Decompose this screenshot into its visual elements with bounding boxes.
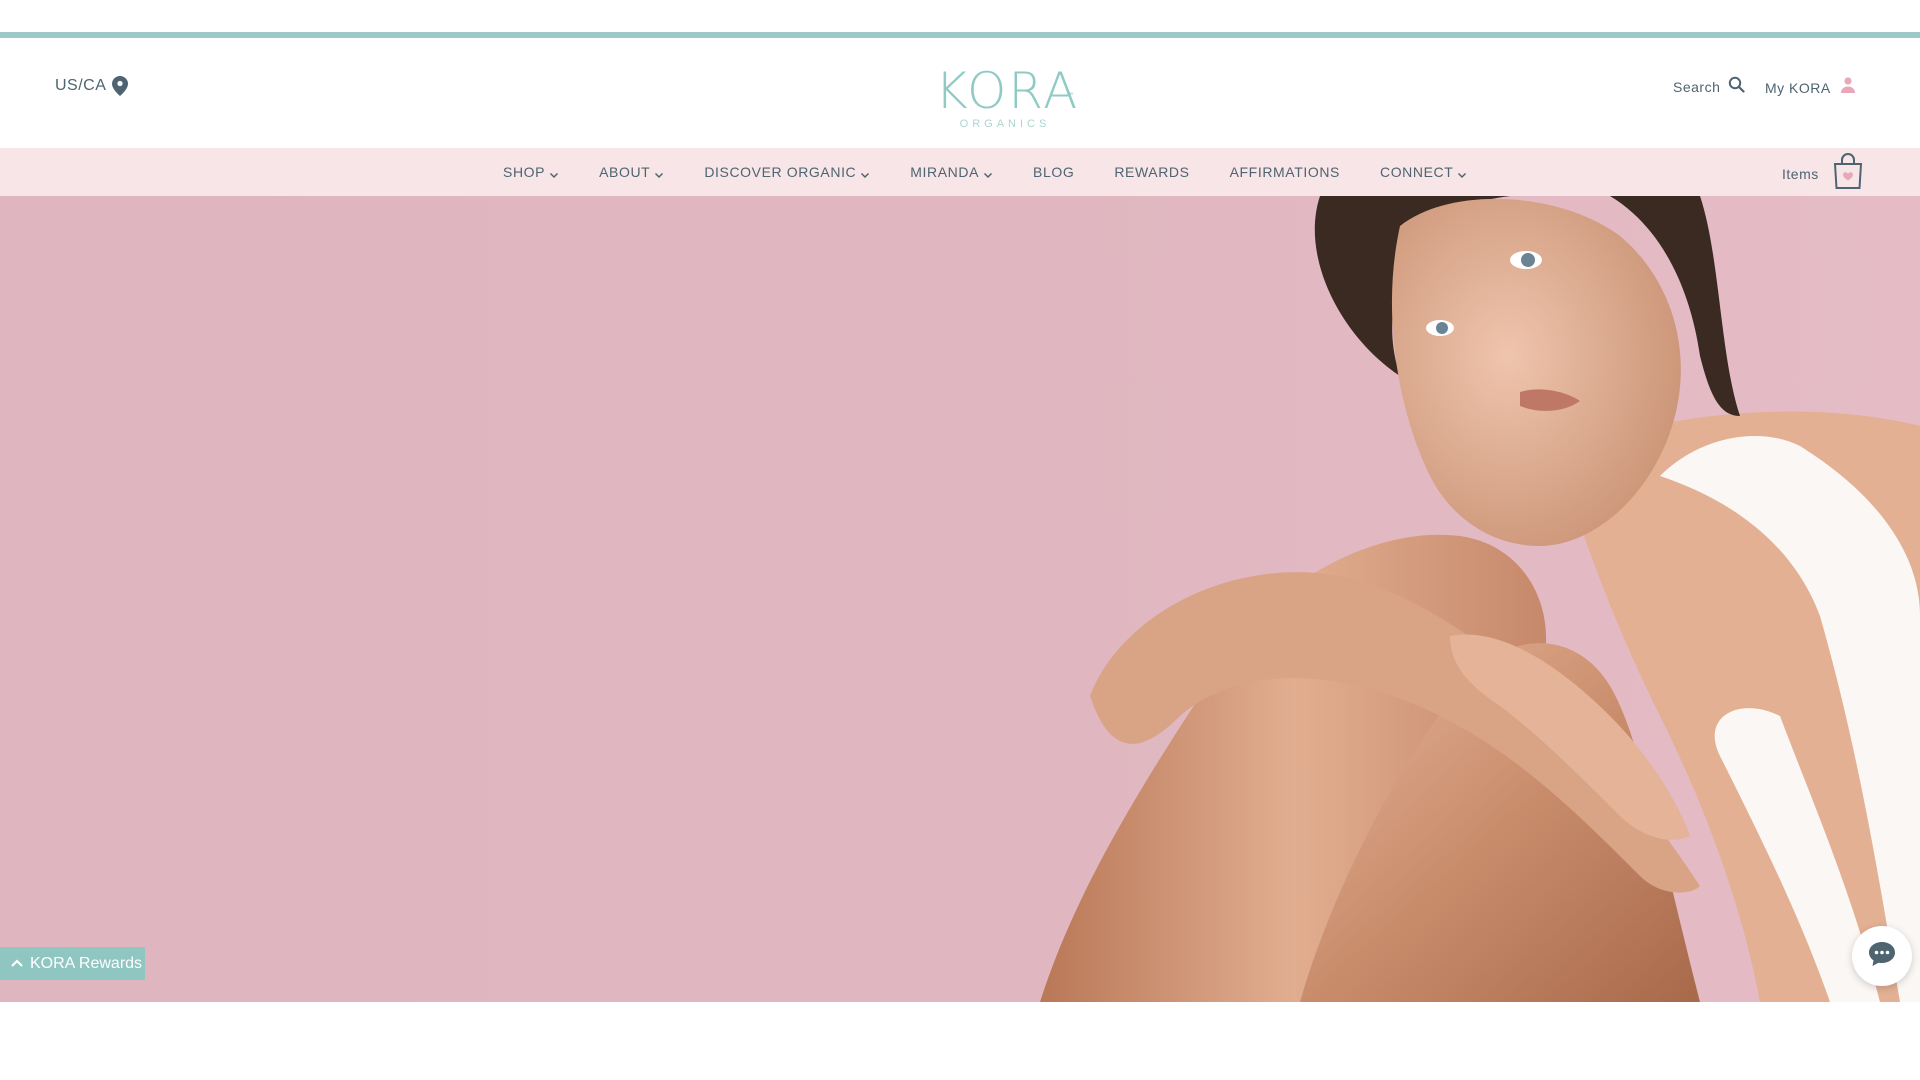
chevron-down-icon — [983, 167, 993, 179]
hero-model-image — [1040, 196, 1920, 1002]
search-label: Search — [1673, 79, 1721, 95]
rewards-label: KORA Rewards — [30, 954, 143, 972]
nav-item-label: REWARDS — [1114, 164, 1190, 180]
kora-rewards-launcher[interactable]: KORA Rewards — [0, 947, 145, 980]
shopping-bag-icon — [1833, 152, 1863, 195]
locale-selector[interactable]: US/CA — [55, 76, 129, 96]
nav-item-label: BLOG — [1033, 164, 1075, 180]
nav-item-label: DISCOVER ORGANIC — [704, 164, 857, 180]
chat-bubble-icon — [1867, 940, 1897, 973]
site-header: US/CA KORA ™ ORGANICS Search My KORA — [0, 38, 1920, 148]
chevron-up-icon — [10, 955, 24, 973]
search-icon — [1728, 76, 1745, 98]
my-kora-account-link[interactable]: My KORA — [1765, 76, 1857, 99]
nav-item-shop[interactable]: SHOP — [503, 164, 559, 180]
locale-label: US/CA — [55, 77, 107, 94]
logo-wordmark: KORA ™ — [935, 66, 1077, 116]
nav-item-label: ABOUT — [599, 164, 651, 180]
main-navigation: SHOP ABOUT DISCOVER ORGANIC MIRANDA BLOG… — [0, 148, 1920, 196]
chevron-down-icon — [654, 167, 664, 179]
kora-logo[interactable]: KORA ™ ORGANICS — [935, 66, 1077, 130]
chevron-down-icon — [549, 167, 559, 179]
user-icon — [1839, 76, 1857, 99]
nav-item-miranda[interactable]: MIRANDA — [910, 164, 993, 180]
hero-banner[interactable] — [0, 196, 1920, 1002]
chevron-down-icon — [1457, 167, 1467, 179]
nav-item-blog[interactable]: BLOG — [1033, 164, 1074, 180]
search-button[interactable]: Search — [1673, 76, 1745, 98]
chat-button[interactable] — [1852, 926, 1912, 986]
nav-item-label: SHOP — [503, 164, 546, 180]
nav-item-about[interactable]: ABOUT — [599, 164, 664, 180]
nav-items: SHOP ABOUT DISCOVER ORGANIC MIRANDA BLOG… — [503, 148, 1507, 196]
cart-button[interactable]: Items — [1782, 152, 1863, 195]
map-pin-icon — [112, 76, 129, 96]
account-label: My KORA — [1765, 79, 1831, 96]
nav-item-label: CONNECT — [1379, 164, 1454, 180]
cart-label: Items — [1782, 165, 1819, 182]
logo-trademark: ™ — [1066, 91, 1073, 99]
chevron-down-icon — [860, 167, 870, 179]
logo-name: KORA — [935, 62, 1080, 120]
nav-item-affirmations[interactable]: AFFIRMATIONS — [1230, 164, 1340, 180]
nav-item-label: MIRANDA — [910, 164, 980, 180]
nav-item-rewards[interactable]: REWARDS — [1114, 164, 1189, 180]
nav-item-connect[interactable]: CONNECT — [1380, 164, 1467, 180]
nav-item-discover-organic[interactable]: DISCOVER ORGANIC — [704, 164, 870, 180]
nav-item-label: AFFIRMATIONS — [1229, 164, 1340, 180]
